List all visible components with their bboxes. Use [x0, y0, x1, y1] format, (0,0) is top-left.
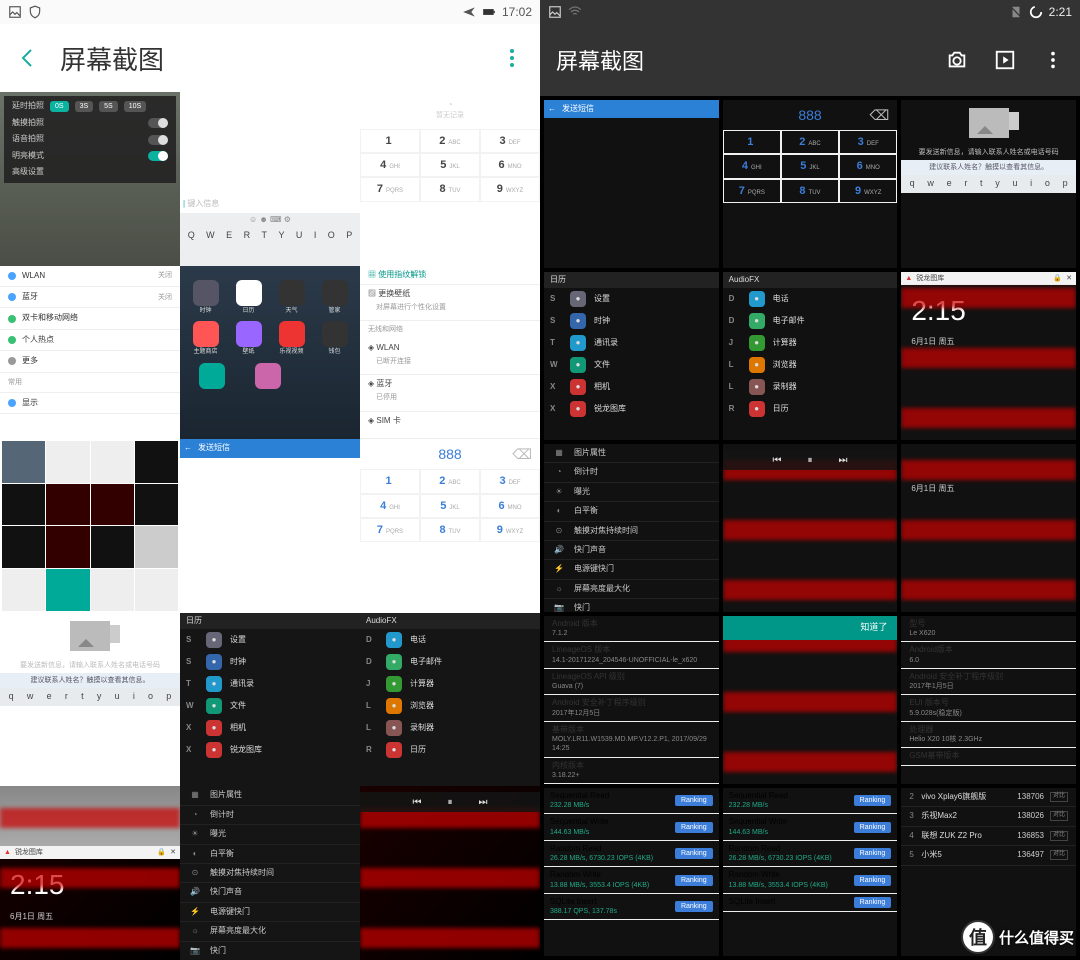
- header-left: 屏幕截图: [0, 24, 540, 92]
- image-placeholder-icon: [969, 108, 1009, 138]
- thumb-r-about[interactable]: Android 版本7.1.2LineageOS 版本14.1-20171224…: [544, 616, 719, 784]
- thumb-r-camset[interactable]: ▦图片属性◔倒计时☀曝光◐白平衡⊙触摸对焦持续时间🔊快门声音⚡电源键快门☼屏幕亮…: [544, 444, 719, 612]
- thumb-camera-adv[interactable]: ▦图片属性◔倒计时☀曝光◐白平衡⊙触摸对焦持续时间🔊快门声音⚡电源键快门☼屏幕亮…: [180, 786, 360, 960]
- statusbar-right: 2:21: [540, 0, 1080, 24]
- more-vert-icon[interactable]: [1042, 49, 1064, 71]
- thumb-gallery-mini[interactable]: [0, 439, 180, 613]
- thumb-dialer-888[interactable]: 888⌫ 12ABC3DEF4GHI5JKL6MNO7PQRS8TUV9WXYZ: [360, 439, 540, 613]
- loading-icon: [1029, 5, 1043, 19]
- thumb-r-lock[interactable]: ▲锐龙图库🔒✕ 2:15 6月1日 周五: [901, 272, 1076, 440]
- thumb-wallpaper[interactable]: ▦ 使用指纹解锁▨ 更换壁纸对屏幕进行个性化设置无线和网络◈ WLAN已断开连接…: [360, 266, 540, 440]
- thumb-r-lock2[interactable]: 6月1日 周五: [901, 444, 1076, 612]
- picture-icon: [8, 5, 22, 19]
- thumb-r-contacts-l[interactable]: 日历S●设置S●时钟T●通讯录W●文件X●相机X●锐龙图库: [544, 272, 719, 440]
- slideshow-icon[interactable]: [994, 49, 1016, 71]
- thumb-player[interactable]: ⏮⏸⏭: [360, 786, 540, 960]
- page-title-left: 屏幕截图: [60, 40, 164, 77]
- thumb-contacts-left[interactable]: 日历S●设置S●时钟T●通讯录W●文件X●相机X●锐龙图库: [180, 613, 360, 787]
- more-icon[interactable]: [500, 46, 524, 70]
- shield-icon: [28, 5, 42, 19]
- thumb-apps[interactable]: 时钟日历天气管家主题商店壁纸乐视视频钱包: [180, 266, 360, 440]
- airplane-icon: [462, 5, 476, 19]
- thumb-r-sms[interactable]: ←发送短信: [544, 100, 719, 268]
- clock-left: 17:02: [502, 5, 532, 19]
- clock-right: 2:21: [1049, 5, 1072, 19]
- thumb-r-bench[interactable]: Sequential Read232.28 MB/sRankingSequent…: [544, 788, 719, 956]
- thumb-keyboard[interactable]: | 键入信息 ☺ ☻ ⌨ ⚙ QWERTYUIOP: [180, 92, 360, 266]
- watermark: 值 什么值得买: [961, 920, 1074, 954]
- thumb-r-dialog[interactable]: 知道了: [723, 616, 898, 784]
- thumb-camera-settings[interactable]: 延时拍照 0S 3S 5S 10S 触摸拍照 语音拍照 明亮模式 高级设置: [0, 92, 180, 266]
- thumb-contacts-right[interactable]: AudioFXD●电话D●电子邮件J●计算器L●浏览器L●录制器R●日历: [360, 613, 540, 787]
- picture-icon: [548, 5, 562, 19]
- page-title-right: 屏幕截图: [556, 44, 644, 76]
- thumb-sms-send[interactable]: ←发送短信: [180, 439, 360, 613]
- no-sim-icon: [1009, 5, 1023, 19]
- thumb-r-about2[interactable]: 型号Le X620Android版本6.0Android 安全补丁程序级别201…: [901, 616, 1076, 784]
- battery-icon: [482, 5, 496, 19]
- thumb-r-sms-empty[interactable]: 要发送新信息，请输入联系人姓名或电话号码 建议联系人姓名？触摸以查看其信息。 q…: [901, 100, 1076, 268]
- thumb-sms-empty[interactable]: 要发送新信息，请输入联系人姓名或电话号码 建议联系人姓名？触摸以查看其信息。 q…: [0, 613, 180, 787]
- header-right: 屏幕截图: [540, 24, 1080, 96]
- thumb-r-bench2[interactable]: Sequential Read232.28 MB/sRankingSequent…: [723, 788, 898, 956]
- image-placeholder-icon: [70, 621, 110, 651]
- thumb-r-dialer[interactable]: 888⌫ 12ABC3DEF4GHI5JKL6MNO7PQRS8TUV9WXYZ: [723, 100, 898, 268]
- thumb-settings[interactable]: WLAN关闭蓝牙关闭双卡和移动网络个人热点更多常用显示: [0, 266, 180, 440]
- camera-icon[interactable]: [946, 49, 968, 71]
- wifi-icon: [568, 5, 582, 19]
- thumb-r-player[interactable]: ⏮⏸⏭: [723, 444, 898, 612]
- back-icon[interactable]: [16, 46, 40, 70]
- statusbar-left: 17:02: [0, 0, 540, 24]
- thumb-lockscreen[interactable]: ▲锐龙图库🔒✕ 2:15 6月1日 周五: [0, 786, 180, 960]
- thumb-r-contacts-r[interactable]: AudioFXD●电话D●电子邮件J●计算器L●浏览器L●录制器R●日历: [723, 272, 898, 440]
- thumb-dialer-empty[interactable]: ◔暂无记录 12ABC3DEF4GHI5JKL6MNO7PQRS8TUV9WXY…: [360, 92, 540, 266]
